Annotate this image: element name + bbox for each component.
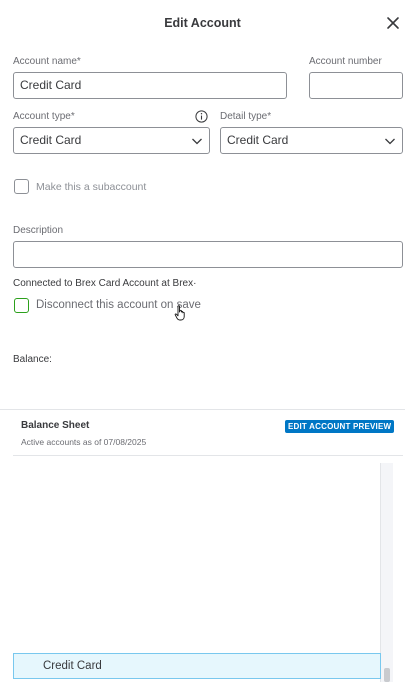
highlighted-account-row: Credit Card — [13, 653, 381, 679]
account-number-input[interactable] — [309, 72, 403, 99]
preview-title: Balance Sheet — [21, 420, 90, 431]
section-divider — [0, 409, 405, 410]
account-type-select[interactable]: Credit Card — [13, 127, 210, 154]
description-input[interactable] — [13, 241, 403, 268]
account-type-value: Credit Card — [20, 133, 82, 147]
close-icon — [387, 17, 399, 29]
chevron-down-icon — [192, 138, 202, 144]
chevron-down-icon — [385, 138, 395, 144]
preview-divider — [13, 455, 403, 456]
subaccount-label: Make this a subaccount — [36, 181, 147, 193]
account-type-label: Account type* — [13, 111, 75, 122]
hand-pointer-icon — [174, 305, 185, 321]
disconnect-checkbox[interactable] — [14, 298, 29, 313]
preview-scrollbar[interactable] — [380, 463, 393, 682]
edit-account-preview-badge: EDIT ACCOUNT PREVIEW — [285, 420, 395, 433]
balance-label: Balance: — [13, 354, 52, 365]
connected-account-text: Connected to Brex Card Account at Brex· — [13, 278, 197, 289]
account-name-label: Account name* — [13, 56, 81, 67]
subaccount-checkbox[interactable] — [14, 179, 29, 194]
account-name-input[interactable]: Credit Card — [13, 72, 287, 99]
account-type-info[interactable] — [195, 110, 208, 123]
detail-type-select[interactable]: Credit Card — [220, 127, 403, 154]
info-icon — [195, 110, 208, 123]
description-label: Description — [13, 225, 64, 236]
account-number-label: Account number — [309, 56, 382, 67]
close-button[interactable] — [384, 14, 402, 32]
dialog-title: Edit Account — [164, 16, 241, 30]
preview-scroll-thumb[interactable] — [384, 668, 390, 682]
detail-type-label: Detail type* — [220, 111, 272, 122]
preview-subtitle: Active accounts as of 07/08/2025 — [21, 437, 147, 447]
detail-type-value: Credit Card — [227, 133, 289, 147]
cursor — [174, 305, 188, 321]
